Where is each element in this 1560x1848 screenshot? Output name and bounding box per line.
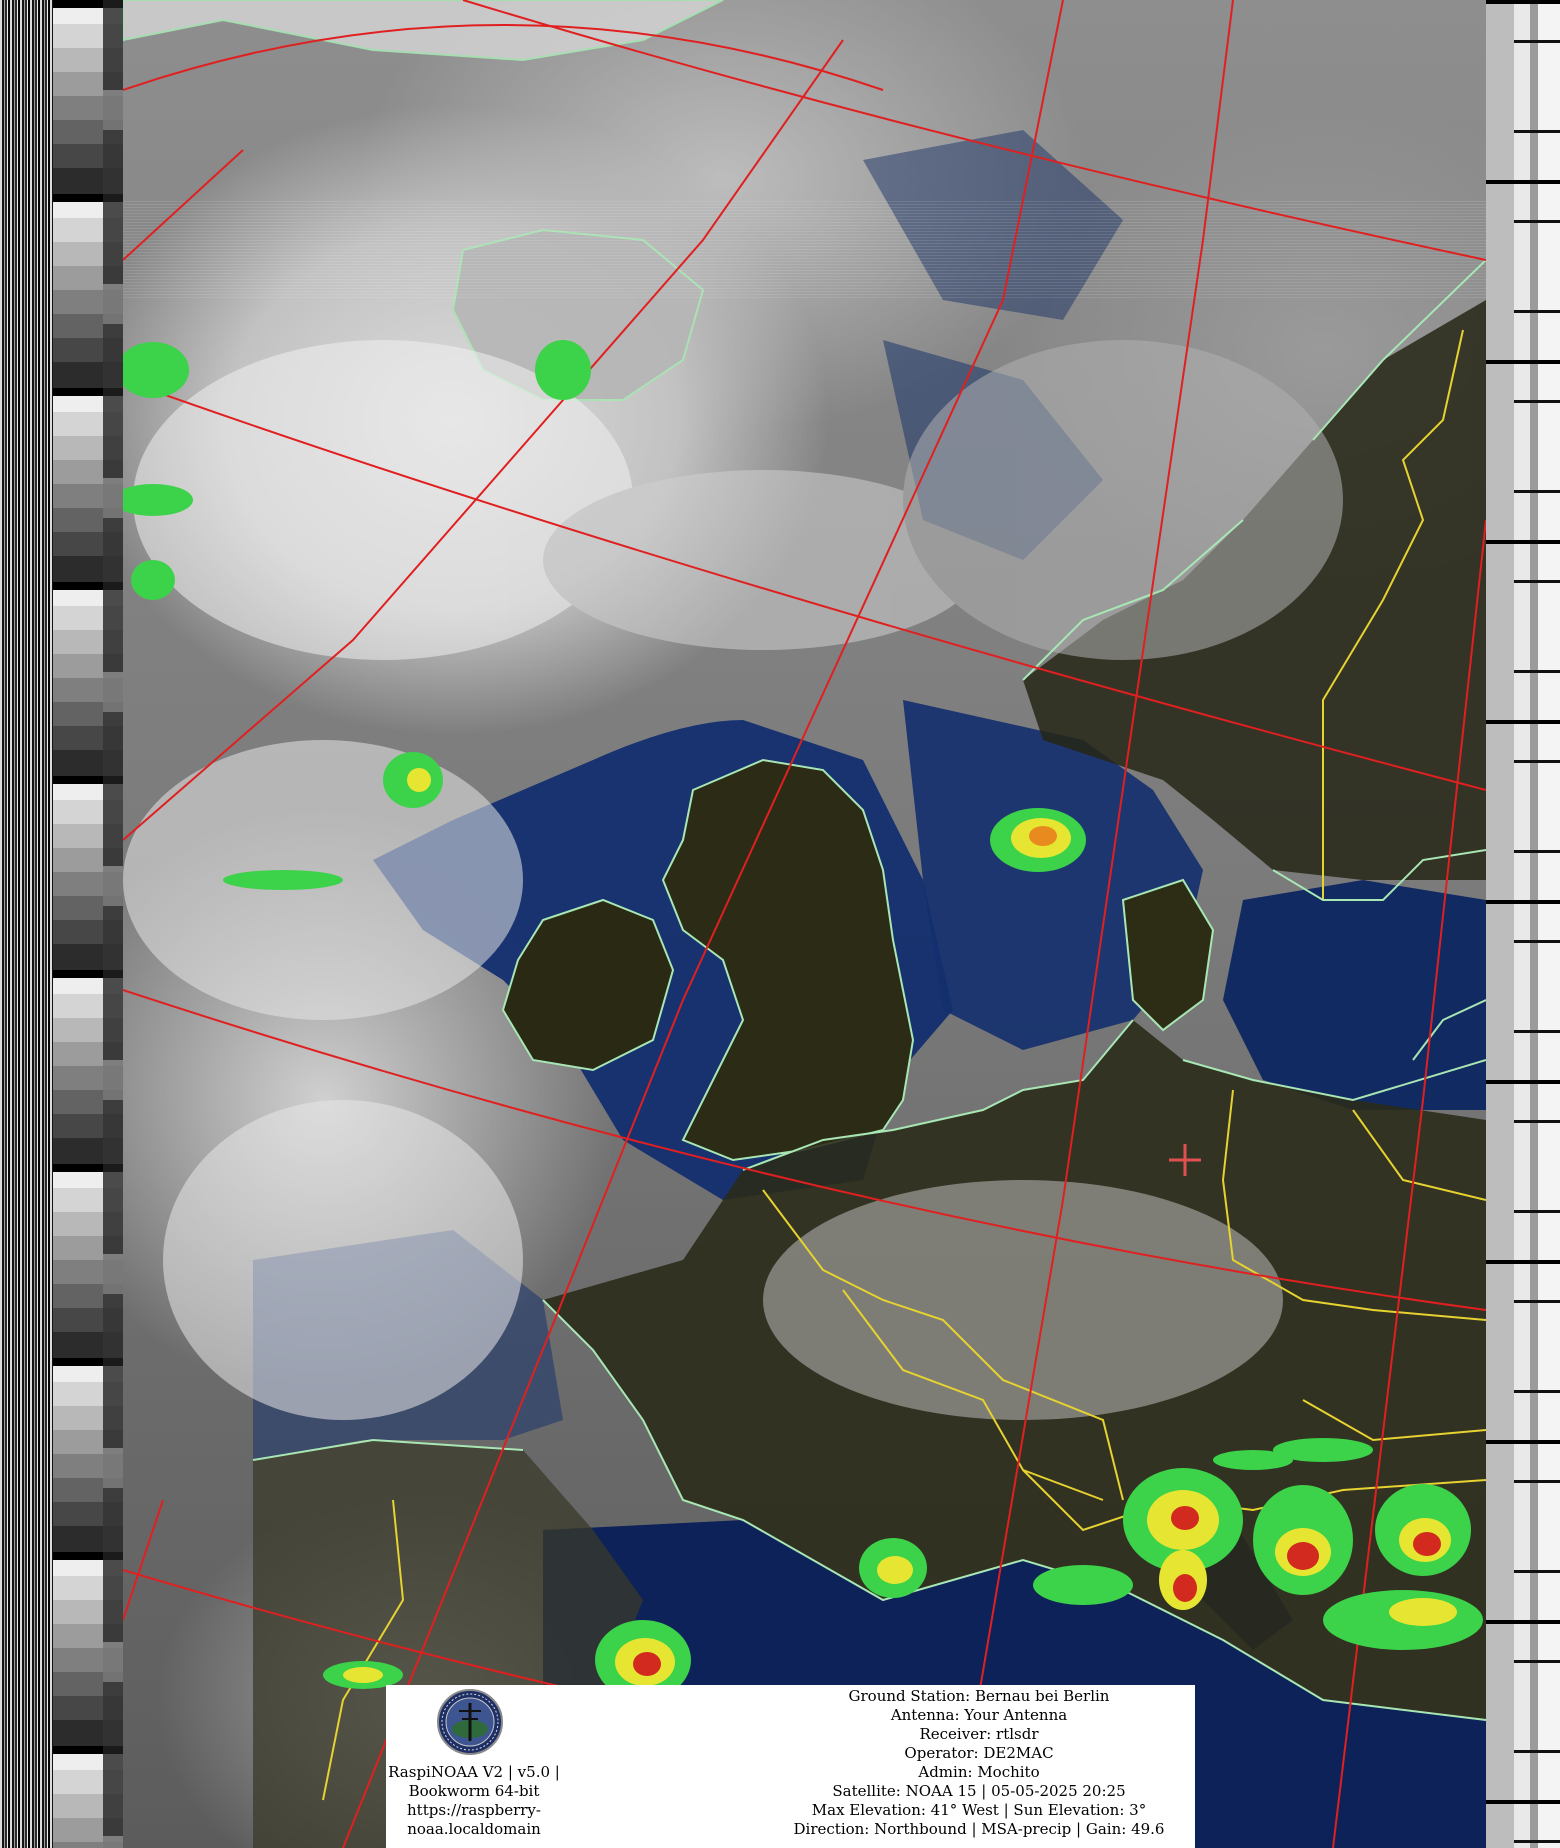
raspinoaa-logo-icon bbox=[437, 1689, 503, 1755]
direction-gain-text: Direction: Northbound | MSA-precip | Gai… bbox=[793, 1820, 1165, 1838]
project-line: noaa.localdomain bbox=[407, 1820, 541, 1838]
pass-info-box: RaspiNOAA V2 | v5.0 | Bookworm 64-bit ht… bbox=[386, 1685, 1195, 1848]
antenna-text: Antenna: Your Antenna bbox=[890, 1706, 1068, 1724]
cloud-band bbox=[163, 1100, 523, 1420]
telemetry-noise-strip bbox=[0, 0, 53, 1848]
satellite-map-overlay bbox=[123, 0, 1486, 1848]
satellite-image-frame: RaspiNOAA V2 | v5.0 | Bookworm 64-bit ht… bbox=[0, 0, 1560, 1848]
baltic-sea bbox=[1223, 880, 1486, 1110]
cloud-band bbox=[903, 340, 1343, 660]
receiver-text: Receiver: rtlsdr bbox=[919, 1725, 1039, 1743]
project-line: RaspiNOAA V2 | v5.0 | bbox=[388, 1763, 560, 1781]
weather-satellite-image bbox=[123, 0, 1486, 1848]
project-line: Bookworm 64-bit bbox=[408, 1782, 540, 1800]
cloud-band bbox=[763, 1180, 1283, 1420]
telemetry-wedge-strip-left bbox=[53, 0, 123, 1848]
elevation-text: Max Elevation: 41° West | Sun Elevation:… bbox=[811, 1801, 1147, 1819]
precip-cell-norway bbox=[990, 808, 1086, 872]
project-info: RaspiNOAA V2 | v5.0 | Bookworm 64-bit ht… bbox=[386, 1763, 562, 1839]
admin-text: Admin: Mochito bbox=[918, 1763, 1040, 1781]
pass-details: Ground Station: Bernau bei Berlin Antenn… bbox=[776, 1687, 1182, 1839]
operator-text: Operator: DE2MAC bbox=[904, 1744, 1054, 1762]
ground-station-text: Ground Station: Bernau bei Berlin bbox=[848, 1687, 1110, 1705]
satellite-text: Satellite: NOAA 15 | 05-05-2025 20:25 bbox=[832, 1782, 1126, 1800]
telemetry-strip-right bbox=[1486, 0, 1560, 1848]
project-line: https://raspberry- bbox=[407, 1801, 541, 1819]
